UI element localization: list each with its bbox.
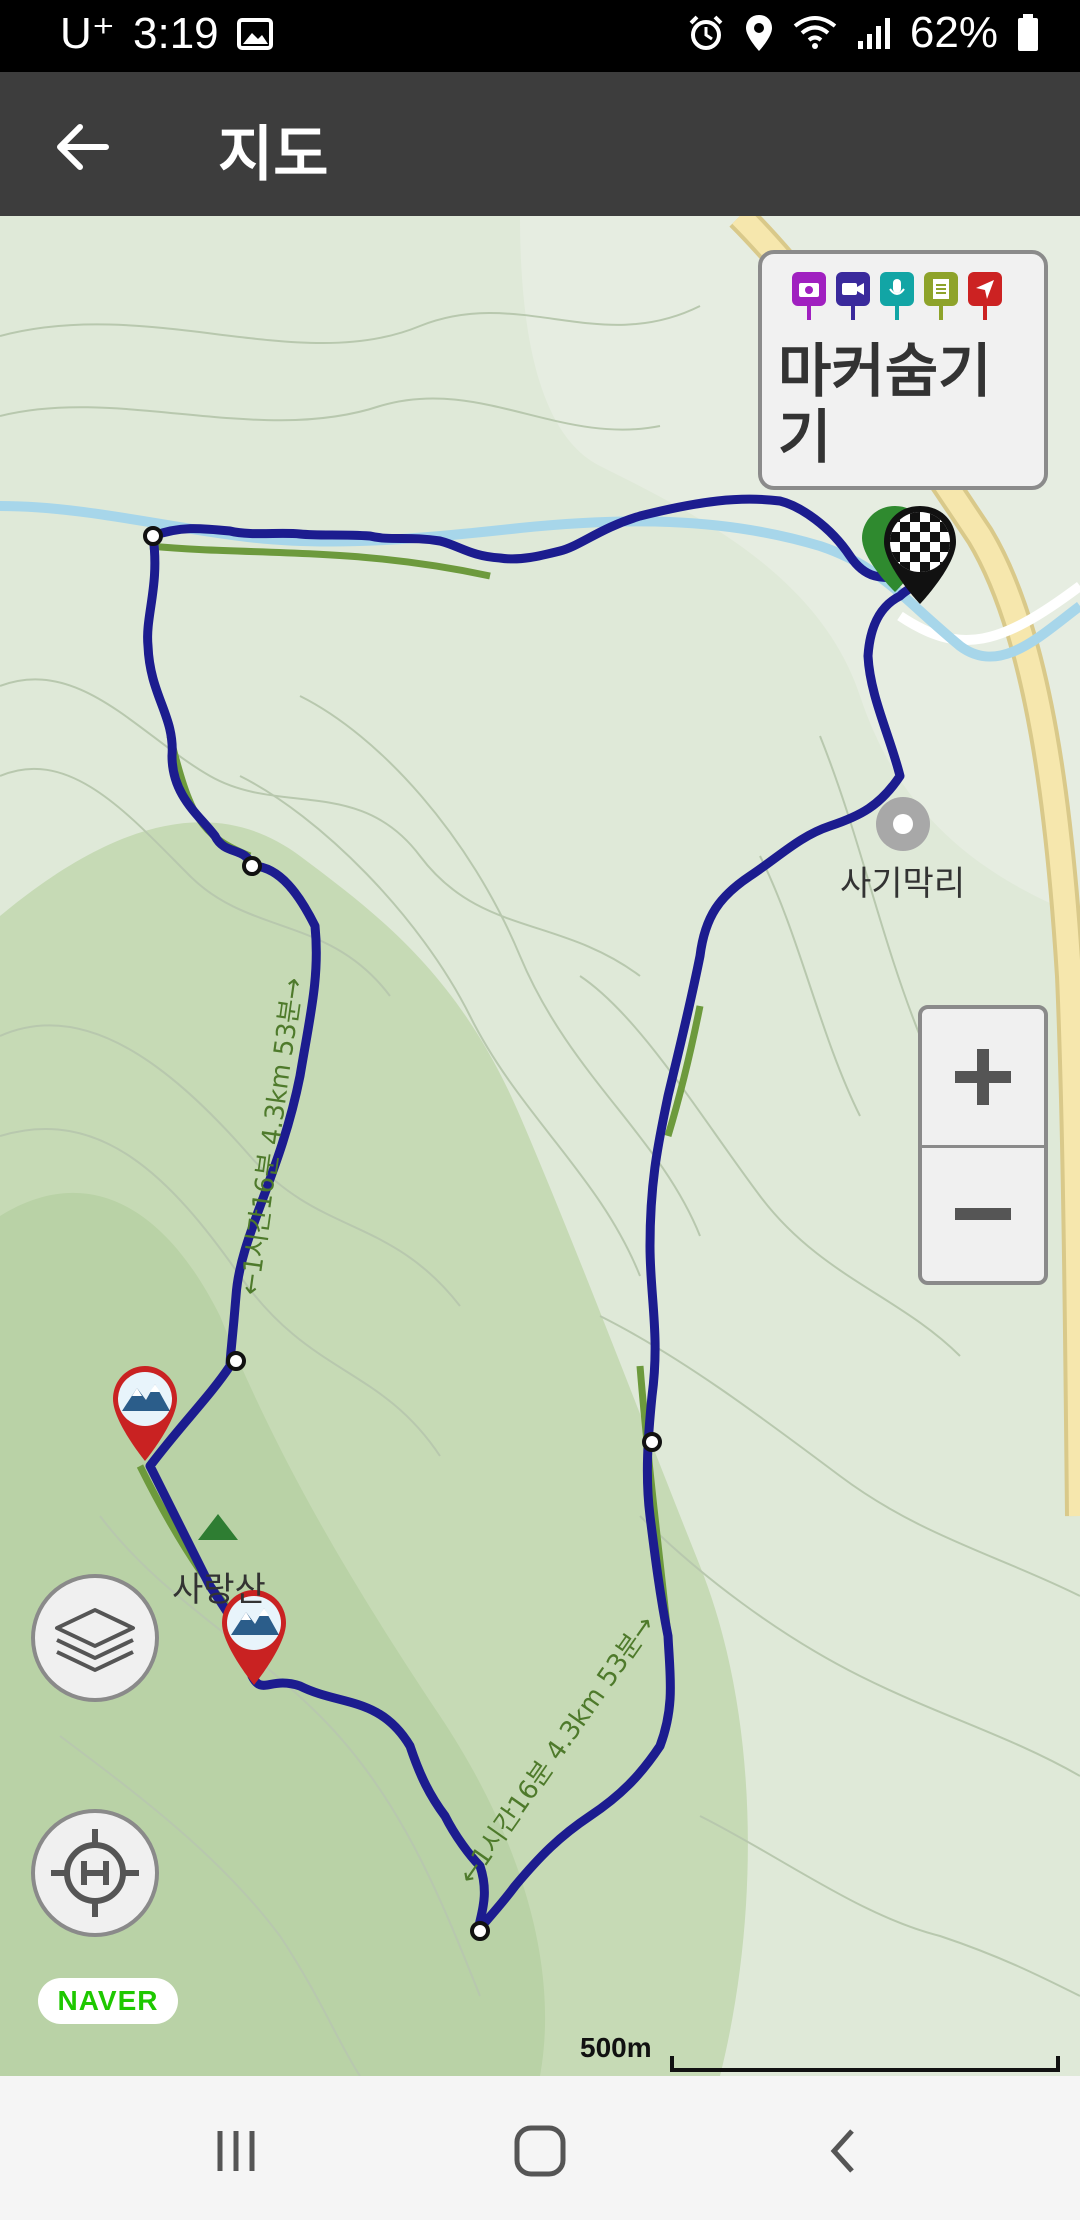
- location-icon: [744, 13, 774, 53]
- app-bar: 지도: [0, 72, 1080, 216]
- waypoint: [642, 1432, 662, 1452]
- layers-icon: [55, 1608, 135, 1672]
- zoom-in-button[interactable]: [922, 1009, 1044, 1148]
- trail-segment: [149, 542, 491, 580]
- hide-markers-label: 마커숨기기: [778, 337, 992, 471]
- village-marker-center: [893, 814, 913, 834]
- status-bar: U⁺ 3:19 62%: [0, 0, 1080, 72]
- back-nav-button[interactable]: [804, 2116, 884, 2186]
- mountain-label: 사랑산: [172, 1570, 266, 1610]
- waypoint: [470, 1921, 490, 1941]
- alarm-icon: [686, 13, 726, 53]
- camera-icon: [792, 272, 826, 320]
- clock: 3:19: [133, 8, 219, 58]
- marker-toggle-panel[interactable]: 마커숨기기: [758, 250, 1048, 490]
- microphone-icon: [880, 272, 914, 320]
- arrow-left-icon: [57, 124, 109, 170]
- image-icon: [236, 17, 273, 50]
- video-icon: [836, 272, 870, 320]
- locate-button[interactable]: [31, 1809, 159, 1937]
- battery-icon: [1016, 13, 1040, 53]
- layers-button[interactable]: [31, 1574, 159, 1702]
- note-icon: [924, 272, 958, 320]
- signal-icon: [856, 15, 892, 51]
- zoom-out-button[interactable]: [922, 1146, 1044, 1282]
- recent-apps-icon: [217, 2131, 255, 2171]
- page-title: 지도: [218, 120, 329, 190]
- home-icon: [514, 2125, 566, 2177]
- minus-icon: [955, 1208, 1011, 1220]
- navigation-icon: [968, 272, 1002, 320]
- wifi-icon: [792, 14, 838, 52]
- scale-label: 500m: [580, 2032, 652, 2063]
- scale-line: [670, 2056, 1060, 2072]
- waypoint: [143, 526, 163, 546]
- waypoint: [226, 1351, 246, 1371]
- village-label: 사기막리: [840, 864, 966, 904]
- back-chevron-icon: [830, 2129, 854, 2173]
- system-nav-bar: [0, 2076, 1080, 2220]
- provider-logo: NAVER: [38, 1978, 178, 2024]
- back-button[interactable]: [50, 112, 120, 182]
- carrier-label: U⁺: [60, 9, 115, 58]
- plus-icon: [955, 1049, 1011, 1105]
- crosshair-h-icon: [51, 1829, 139, 1917]
- zoom-controls: [918, 1005, 1048, 1285]
- home-button[interactable]: [500, 2116, 580, 2186]
- recent-apps-button[interactable]: [196, 2116, 276, 2186]
- battery-percent: 62%: [909, 8, 998, 57]
- waypoint: [242, 856, 262, 876]
- marker-type-pins: [792, 272, 1002, 320]
- map-view[interactable]: ←1시간16분 4.3km 53분→ ←1시간16분 4.3km 53분→ 사기…: [0, 216, 1080, 2076]
